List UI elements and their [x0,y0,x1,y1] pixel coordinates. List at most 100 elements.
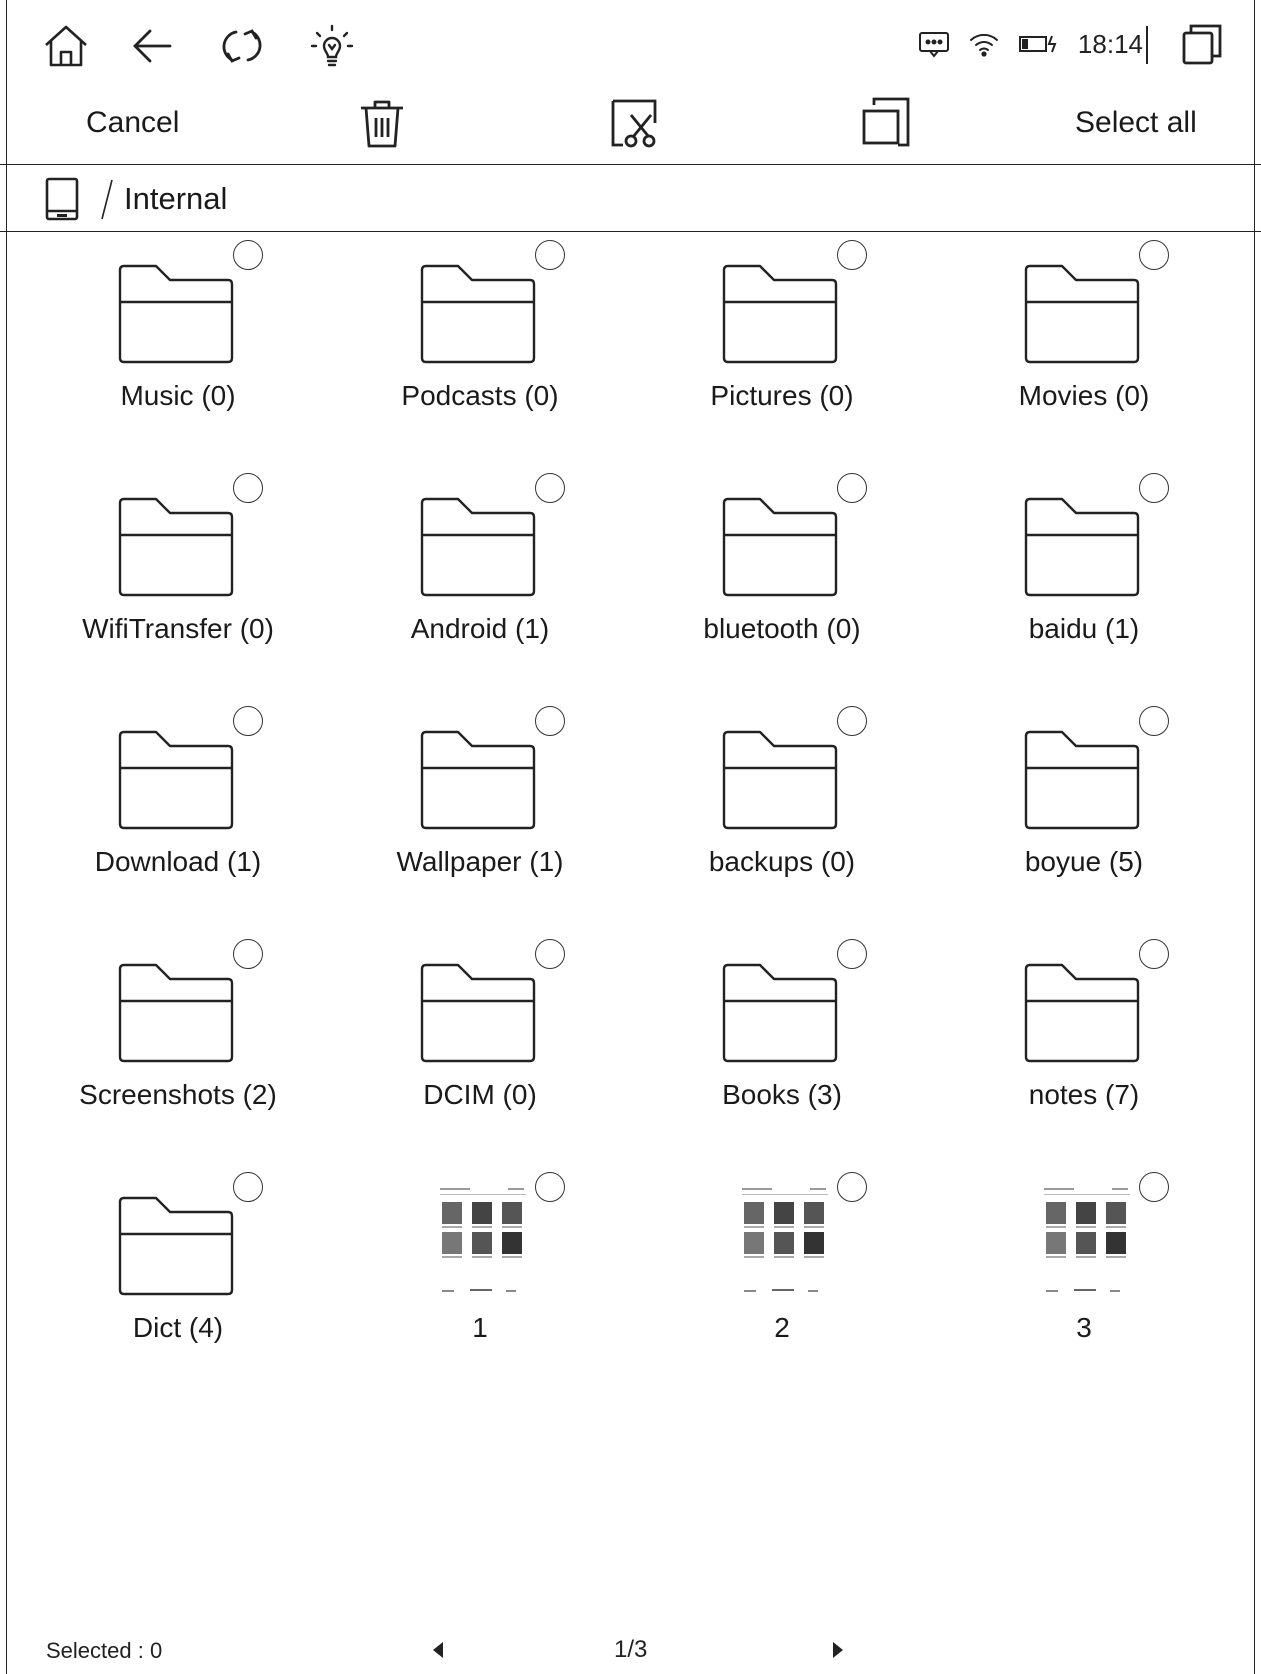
item-label: backups (0) [708,846,856,877]
selection-radio[interactable] [1139,939,1169,969]
item-label: Movies (0) [1018,380,1150,411]
folder-item[interactable]: Music (0) [28,232,328,462]
message-icon [918,32,949,58]
folder-item[interactable]: backups (0) [632,698,932,928]
selection-radio[interactable] [233,473,263,503]
folder-item[interactable]: Podcasts (0) [330,232,630,462]
selection-radio[interactable] [535,1172,565,1202]
folder-item[interactable]: Android (1) [330,465,630,695]
image-thumbnail [1042,1186,1132,1301]
image-item[interactable]: 1 [330,1164,630,1394]
selection-radio[interactable] [837,1172,867,1202]
file-grid: Music (0) Podcasts (0) Pictures (0) Movies … [0,232,1261,1582]
item-label: 3 [1076,1312,1092,1343]
folder-icon [1024,730,1140,830]
selection-radio[interactable] [1139,473,1169,503]
battery-icon [1018,35,1057,53]
recent-apps-icon[interactable] [1180,22,1224,66]
prev-page-icon[interactable] [426,1638,450,1662]
selection-radio[interactable] [535,706,565,736]
item-label: boyue (5) [1024,846,1144,877]
breadcrumb-location[interactable]: Internal [124,181,227,217]
folder-icon [1024,497,1140,597]
folder-item[interactable]: Download (1) [28,698,328,928]
item-label: notes (7) [1028,1079,1140,1110]
selection-radio[interactable] [233,939,263,969]
image-item[interactable]: 2 [632,1164,932,1394]
selection-radio[interactable] [1139,706,1169,736]
selection-radio[interactable] [1139,1172,1169,1202]
light-bulb-icon[interactable] [304,18,360,74]
selection-radio[interactable] [837,240,867,270]
selection-radio[interactable] [1139,240,1169,270]
selection-radio[interactable] [535,240,565,270]
item-label: Wallpaper (1) [396,846,564,877]
selected-count: Selected : 0 [46,1638,163,1663]
folder-icon [722,264,838,364]
item-label: Download (1) [94,846,262,877]
item-label: Screenshots (2) [79,1079,277,1110]
tablet-icon[interactable] [44,177,80,221]
folder-icon [1024,264,1140,364]
item-label: baidu (1) [1028,613,1140,644]
folder-icon [118,963,234,1063]
folder-icon [420,264,536,364]
next-page-icon[interactable] [826,1638,850,1662]
folder-icon [118,1196,234,1296]
folder-icon [722,963,838,1063]
folder-icon [1024,963,1140,1063]
cancel-button[interactable]: Cancel [86,106,179,140]
selection-radio[interactable] [535,939,565,969]
select-all-button[interactable]: Select all [1075,106,1197,140]
folder-icon [118,730,234,830]
selection-radio[interactable] [233,240,263,270]
copy-icon[interactable] [856,94,916,154]
back-arrow-icon[interactable] [124,18,180,74]
status-bar: 18:14 [0,0,1261,88]
refresh-icon[interactable] [214,18,270,74]
cut-icon[interactable] [604,94,664,154]
selection-radio[interactable] [233,706,263,736]
folder-icon [420,497,536,597]
folder-item[interactable]: DCIM (0) [330,931,630,1161]
folder-icon [420,730,536,830]
folder-item[interactable]: Screenshots (2) [28,931,328,1161]
folder-item[interactable]: boyue (5) [934,698,1234,928]
folder-item[interactable]: Books (3) [632,931,932,1161]
selection-radio[interactable] [837,706,867,736]
selection-radio[interactable] [837,939,867,969]
item-label: DCIM (0) [423,1079,537,1110]
folder-item[interactable]: bluetooth (0) [632,465,932,695]
action-bar: Cancel Select all [0,88,1261,165]
trash-icon[interactable] [352,94,412,154]
folder-icon [118,264,234,364]
home-icon[interactable] [38,18,94,74]
item-label: bluetooth (0) [703,613,861,644]
item-label: 1 [472,1312,488,1343]
item-label: Podcasts (0) [401,380,559,411]
selection-radio[interactable] [837,473,867,503]
item-label: Dict (4) [132,1312,224,1343]
folder-icon [118,497,234,597]
folder-item[interactable]: notes (7) [934,931,1234,1161]
folder-item[interactable]: Wallpaper (1) [330,698,630,928]
folder-item[interactable]: WifiTransfer (0) [28,465,328,695]
item-label: WifiTransfer (0) [82,613,274,644]
footer: Selected : 0 1/3 [0,1620,1261,1674]
folder-item[interactable]: Movies (0) [934,232,1234,462]
item-label: Pictures (0) [710,380,854,411]
folder-item[interactable]: baidu (1) [934,465,1234,695]
selection-radio[interactable] [535,473,565,503]
clock: 18:14 [1077,28,1143,59]
item-label: Android (1) [410,613,550,644]
selection-radio[interactable] [233,1172,263,1202]
image-thumbnail [438,1186,528,1301]
folder-item[interactable]: Dict (4) [28,1164,328,1394]
folder-icon [722,497,838,597]
item-label: Music (0) [120,380,236,411]
item-label: 2 [774,1312,790,1343]
folder-item[interactable]: Pictures (0) [632,232,932,462]
image-item[interactable]: 3 [934,1164,1234,1394]
item-label: Books (3) [722,1079,842,1110]
wifi-icon [969,33,998,57]
